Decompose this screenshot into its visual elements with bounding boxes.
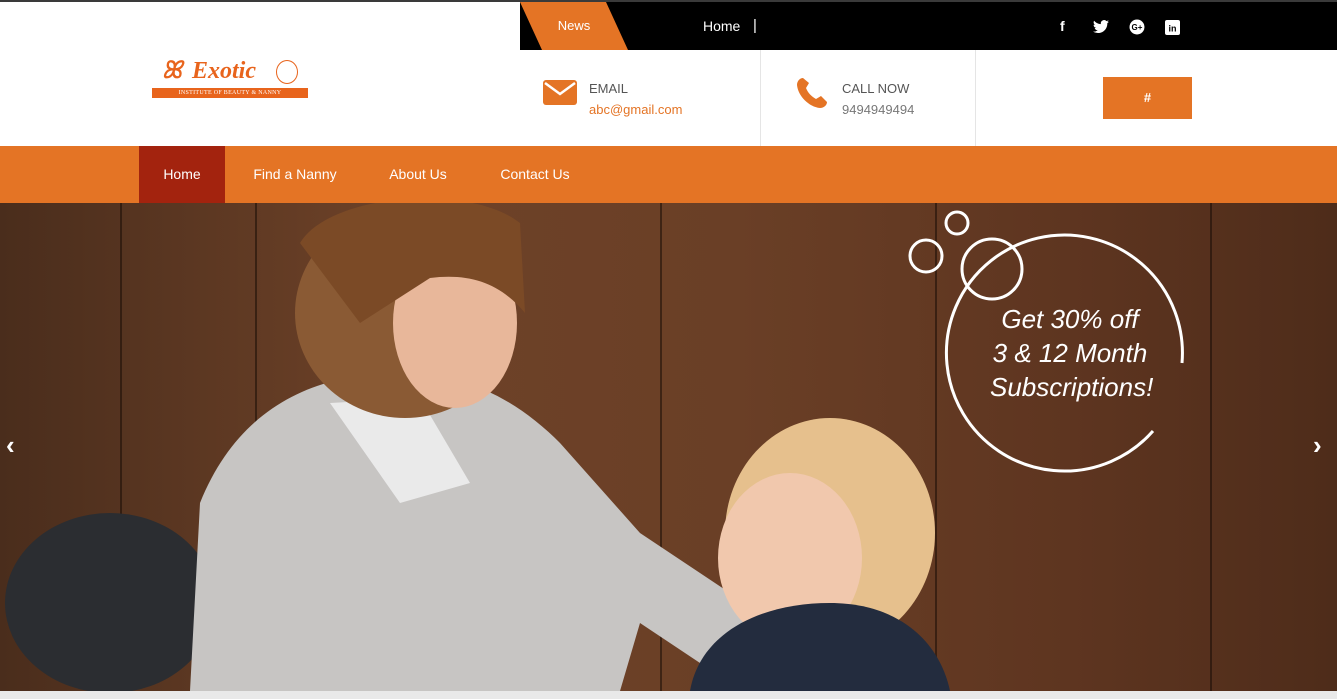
logo-tagline: INSTITUTE OF BEAUTY & NANNY bbox=[152, 88, 308, 98]
site-logo[interactable]: ꕤ Exotic INSTITUTE OF BEAUTY & NANNY bbox=[152, 58, 308, 100]
divider bbox=[975, 50, 976, 146]
promo-line-1: Get 30% off bbox=[1001, 304, 1139, 334]
email-link[interactable]: abc@gmail.com bbox=[589, 102, 682, 117]
bottom-strip bbox=[0, 691, 1337, 699]
promo-line-2: 3 & 12 Month bbox=[992, 338, 1148, 368]
slider-next-arrow-icon[interactable]: › bbox=[1313, 430, 1322, 461]
phone-number: 9494949494 bbox=[842, 102, 915, 117]
logo-text: Exotic bbox=[192, 58, 256, 84]
twitter-icon[interactable] bbox=[1093, 2, 1109, 50]
top-separator: | bbox=[753, 17, 757, 34]
promo-line-3: Subscriptions! bbox=[990, 372, 1154, 402]
promo-text: Get 30% off 3 & 12 Month Subscriptions! bbox=[990, 302, 1154, 404]
phone-icon bbox=[797, 78, 827, 108]
linkedin-icon[interactable]: in bbox=[1165, 2, 1180, 50]
nav-item-find-a-nanny[interactable]: Find a Nanny bbox=[240, 146, 350, 203]
svg-text:in: in bbox=[1169, 23, 1177, 33]
nav-item-home[interactable]: Home bbox=[139, 146, 225, 203]
top-home-link[interactable]: Home bbox=[703, 2, 740, 50]
google-plus-icon[interactable]: G+ bbox=[1129, 2, 1145, 50]
divider bbox=[760, 50, 761, 146]
cta-button[interactable]: # bbox=[1103, 77, 1192, 119]
logo-emblem-icon bbox=[276, 60, 298, 84]
nav-item-contact-us[interactable]: Contact Us bbox=[490, 146, 580, 203]
logo-butterfly-icon: ꕤ bbox=[162, 58, 182, 84]
facebook-icon[interactable]: f bbox=[1060, 2, 1065, 50]
slider-prev-arrow-icon[interactable]: ‹ bbox=[6, 430, 15, 461]
envelope-icon bbox=[543, 80, 577, 105]
hero-slider bbox=[0, 203, 1337, 691]
svg-text:G+: G+ bbox=[1132, 23, 1143, 32]
email-label: EMAIL bbox=[589, 81, 629, 96]
top-bar bbox=[520, 2, 1337, 50]
phone-label: CALL NOW bbox=[842, 81, 910, 96]
nav-item-about-us[interactable]: About Us bbox=[378, 146, 458, 203]
